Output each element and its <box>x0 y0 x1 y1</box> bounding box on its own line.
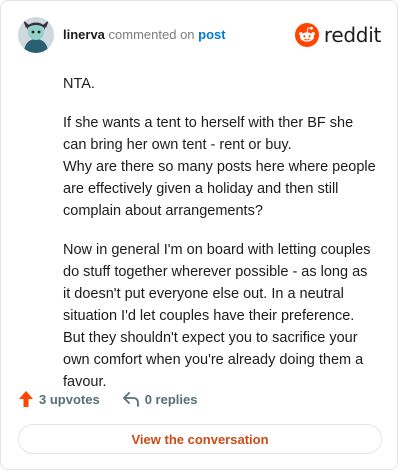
reply-count: 0 replies <box>144 391 198 407</box>
avatar-image <box>18 17 54 53</box>
action-text: commented on <box>108 27 195 42</box>
reddit-wordmark: reddit <box>323 23 381 47</box>
upvote-arrow-icon <box>19 391 33 407</box>
reddit-logo[interactable]: reddit <box>294 23 381 47</box>
username-link[interactable]: linerva <box>63 27 105 42</box>
post-link[interactable]: post <box>198 27 225 42</box>
upvote-action[interactable]: 3 upvotes <box>18 390 100 408</box>
upvote-count: 3 upvotes <box>39 391 100 407</box>
avatar[interactable] <box>18 17 54 53</box>
reddit-snoo-icon <box>294 23 319 47</box>
reply-action[interactable]: 0 replies <box>122 391 198 407</box>
comment-paragraph: NTA. <box>63 76 95 92</box>
comment-paragraph: Now in general I'm on board with letting… <box>63 242 371 390</box>
comment-body: NTA. If she wants a tent to herself with… <box>63 73 377 410</box>
reply-arrow-icon <box>122 392 139 407</box>
comment-paragraph: If she wants a tent to herself with ther… <box>63 115 354 153</box>
comment-paragraph: Why are there so many posts here where p… <box>63 159 376 219</box>
comment-embed-card: linerva commented on post reddit NTA. If… <box>0 0 398 470</box>
comment-footer: 3 upvotes 0 replies <box>18 389 219 409</box>
view-conversation-button[interactable]: View the conversation <box>18 424 382 454</box>
comment-header: linerva commented on post reddit <box>18 15 381 55</box>
comment-meta: linerva commented on post <box>63 27 226 43</box>
